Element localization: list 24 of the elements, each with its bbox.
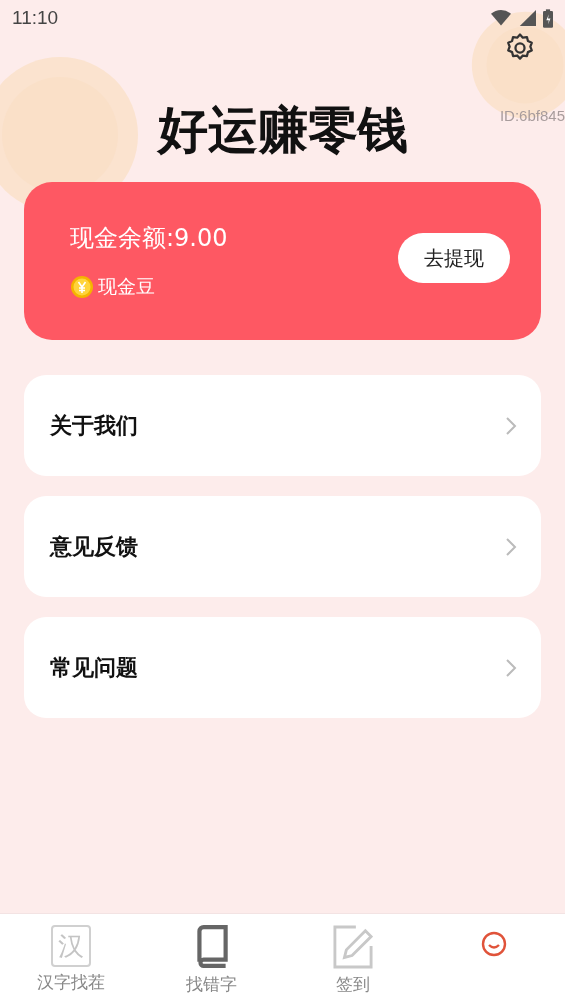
edit-icon (333, 925, 374, 969)
menu-item[interactable]: 常见问题 (24, 617, 541, 718)
tab[interactable]: 签到 (282, 914, 424, 1004)
battery-icon (543, 8, 553, 28)
coin-label: 现金豆 (98, 274, 155, 299)
balance-text: 现金余额:9.00 (70, 223, 228, 254)
user-id: ID:6bf845 (499, 107, 565, 124)
tab[interactable]: 找错字 (141, 914, 283, 1004)
app-title: 好运赚零钱 (157, 100, 408, 161)
coin-icon (70, 275, 94, 299)
menu-label: 关于我们 (50, 411, 138, 440)
menu-label: 意见反馈 (50, 532, 138, 561)
hanzi-icon: 汉 (50, 925, 91, 967)
tab[interactable]: 汉 汉字找茬 (0, 914, 142, 1004)
chevron-icon (505, 415, 517, 436)
wifi-icon (491, 9, 511, 27)
status-time: 11:10 (12, 7, 59, 29)
menu-item[interactable]: 意见反馈 (24, 496, 541, 597)
menu-label: 常见问题 (50, 653, 138, 682)
withdraw-button[interactable]: 去提现 (398, 233, 510, 283)
chevron-icon (505, 657, 517, 678)
chevron-icon (505, 536, 517, 557)
menu-item[interactable]: 关于我们 (24, 375, 541, 476)
smiley-icon (481, 931, 508, 957)
